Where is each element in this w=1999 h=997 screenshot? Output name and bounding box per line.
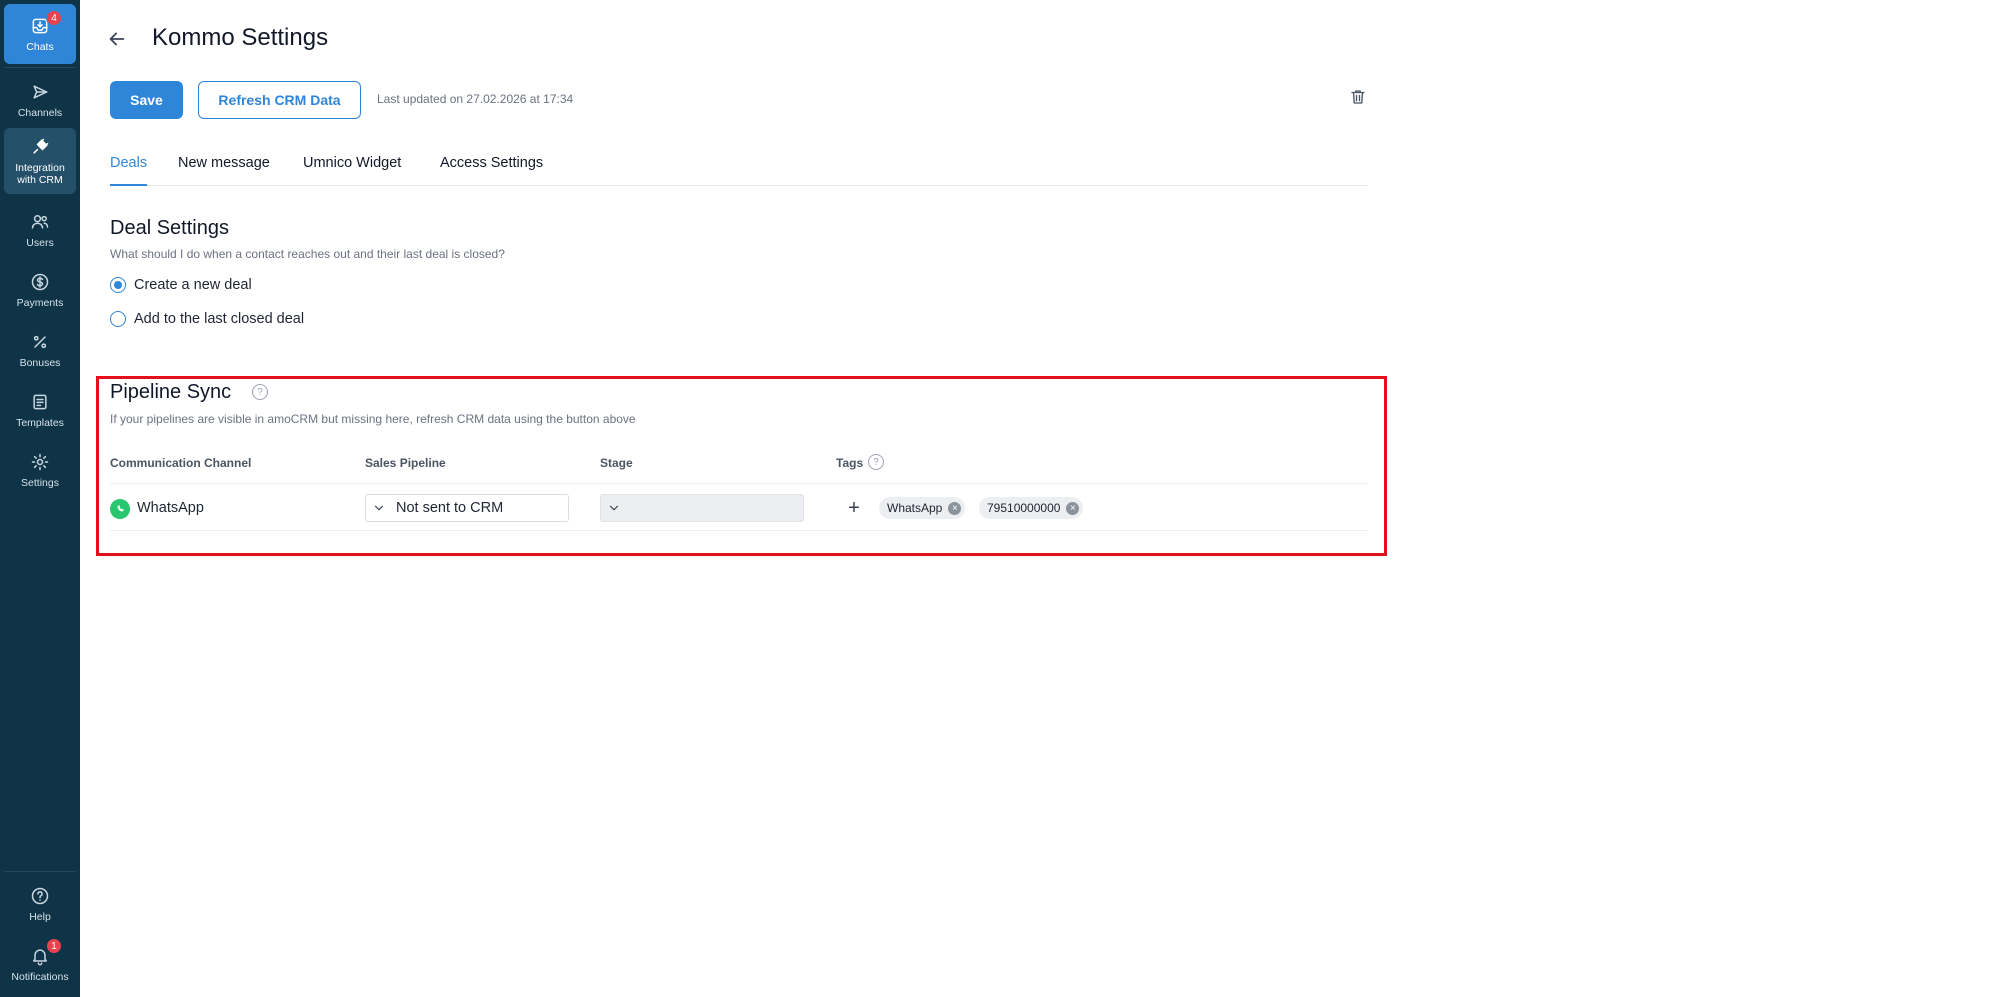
highlight-box xyxy=(96,376,1387,556)
whatsapp-icon xyxy=(110,499,130,519)
sidebar-item-label: Chats xyxy=(26,41,54,53)
plug-icon xyxy=(29,136,51,158)
chevron-down-icon xyxy=(372,501,386,515)
sidebar-item-label: Settings xyxy=(21,477,59,489)
row-divider xyxy=(110,483,1368,484)
sidebar-item-settings[interactable]: Settings xyxy=(4,440,76,500)
radio-label: Add to the last closed deal xyxy=(134,311,305,327)
save-button[interactable]: Save xyxy=(110,81,183,119)
radio-button-checked[interactable] xyxy=(110,277,126,293)
pipeline-sync-title: Pipeline Sync xyxy=(110,381,232,403)
sidebar-item-label: Help xyxy=(29,911,51,923)
sidebar-item-templates[interactable]: Templates xyxy=(4,380,76,440)
help-circle-icon xyxy=(29,885,51,907)
sidebar: Chats 4 Channels Integration with CRM Us… xyxy=(0,0,80,997)
column-header-stage: Stage xyxy=(600,456,633,470)
page-title: Kommo Settings xyxy=(152,24,329,51)
sidebar-item-payments[interactable]: Payments xyxy=(4,260,76,320)
tab-umnico-widget[interactable]: Umnico Widget xyxy=(303,155,401,186)
channel-name: WhatsApp xyxy=(137,500,204,516)
sidebar-item-bonuses[interactable]: Bonuses xyxy=(4,320,76,380)
pipeline-sync-description: If your pipelines are visible in amoCRM … xyxy=(110,412,636,426)
tag-label: WhatsApp xyxy=(887,501,943,515)
sidebar-item-users[interactable]: Users xyxy=(4,200,76,260)
tag-label: 79510000000 xyxy=(987,501,1061,515)
radio-button[interactable] xyxy=(110,311,126,327)
tags-help-icon[interactable]: ? xyxy=(868,454,884,470)
radio-label: Create a new deal xyxy=(134,277,252,293)
tab-access-settings[interactable]: Access Settings xyxy=(440,155,543,186)
gear-icon xyxy=(29,451,51,473)
deal-settings-title: Deal Settings xyxy=(110,217,229,239)
percent-icon xyxy=(29,331,51,353)
last-updated-text: Last updated on 27.02.2026 at 17:34 xyxy=(377,92,574,106)
sidebar-item-label: Bonuses xyxy=(19,357,61,369)
sidebar-item-label: Templates xyxy=(16,417,64,429)
sidebar-item-notifications[interactable]: Notifications 1 xyxy=(4,934,76,994)
stage-select[interactable] xyxy=(600,494,804,522)
chevron-down-icon xyxy=(607,501,621,515)
sales-pipeline-value: Not sent to CRM xyxy=(396,500,504,516)
sidebar-item-label: Users xyxy=(26,237,54,249)
tab-deals[interactable]: Deals xyxy=(110,155,148,186)
send-icon xyxy=(29,81,51,103)
sidebar-item-chats[interactable]: Chats 4 xyxy=(4,4,76,64)
sidebar-divider xyxy=(4,871,76,872)
sidebar-item-help[interactable]: Help xyxy=(4,874,76,934)
dollar-icon xyxy=(29,271,51,293)
row-divider xyxy=(110,530,1368,531)
refresh-crm-data-button[interactable]: Refresh CRM Data xyxy=(198,81,361,119)
remove-tag-icon[interactable]: × xyxy=(948,501,962,515)
document-icon xyxy=(29,391,51,413)
help-icon[interactable]: ? xyxy=(252,384,268,400)
tab-new-message[interactable]: New message xyxy=(178,155,270,186)
radio-add-to-last-closed-deal[interactable]: Add to the last closed deal xyxy=(110,311,304,327)
column-header-pipeline: Sales Pipeline xyxy=(365,456,446,470)
tab-bar: Deals New message Umnico Widget Access S… xyxy=(110,152,1368,186)
sidebar-item-channels[interactable]: Channels xyxy=(4,70,76,130)
sidebar-item-integration-crm[interactable]: Integration with CRM xyxy=(4,128,76,194)
users-icon xyxy=(29,211,51,233)
chats-badge: 4 xyxy=(46,10,62,26)
column-header-tags: Tags xyxy=(836,456,864,470)
sidebar-item-label: Notifications xyxy=(11,971,69,983)
sidebar-item-label: Integration with CRM xyxy=(15,162,65,186)
tag-chip: WhatsApp × xyxy=(879,497,966,519)
column-header-channel: Communication Channel xyxy=(110,456,252,470)
trash-icon[interactable] xyxy=(1349,88,1369,108)
back-arrow-icon[interactable] xyxy=(106,28,128,50)
remove-tag-icon[interactable]: × xyxy=(1066,501,1080,515)
deal-settings-description: What should I do when a contact reaches … xyxy=(110,247,505,261)
sales-pipeline-select[interactable]: Not sent to CRM xyxy=(365,494,569,522)
radio-create-new-deal[interactable]: Create a new deal xyxy=(110,277,252,293)
sidebar-item-label: Payments xyxy=(16,297,64,309)
tag-chip: 79510000000 × xyxy=(979,497,1084,519)
notifications-badge: 1 xyxy=(46,938,62,954)
sidebar-divider xyxy=(4,67,76,68)
add-tag-button[interactable]: + xyxy=(844,497,864,519)
sidebar-item-label: Channels xyxy=(17,107,63,119)
